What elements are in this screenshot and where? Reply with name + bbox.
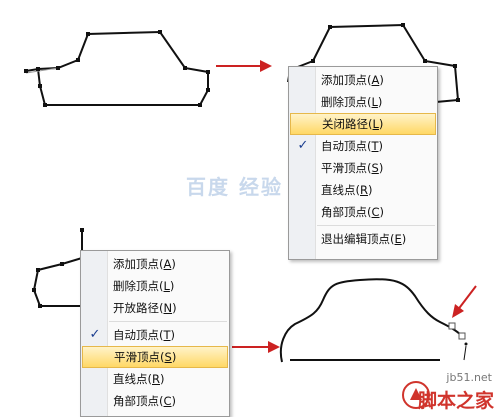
menu-item-label: 直线点( (321, 183, 360, 197)
context-menu-bottom-left: 添加顶点(A) 删除顶点(L) 开放路径(N) ✓ 自动顶点(T) 平滑顶点(S) 直线点(… (80, 250, 230, 417)
menu-item-accelerator: N (163, 301, 173, 315)
menu-item[interactable]: 直线点(R) (289, 179, 437, 201)
menu-item-label: 自动顶点( (321, 139, 372, 153)
menu-item[interactable]: 删除顶点(L) (81, 275, 229, 297)
menu-item-paren: ) (379, 205, 385, 219)
arrow-icon (232, 341, 280, 353)
menu-item-label: 直线点( (113, 372, 152, 386)
menu-item-accelerator: T (371, 139, 379, 153)
menu-item-label: 角部顶点( (321, 205, 372, 219)
shape-top-left (24, 30, 210, 107)
menu-item[interactable]: 添加顶点(A) (289, 69, 437, 91)
menu-item-accelerator: R (360, 183, 368, 197)
menu-item-label: 删除顶点( (113, 279, 164, 293)
menu-item-label: 删除顶点( (321, 95, 372, 109)
menu-item-paren: ) (377, 95, 383, 109)
menu-item-paren: ) (171, 350, 177, 364)
menu-item-label: 开放路径( (113, 301, 164, 315)
menu-item[interactable]: 添加顶点(A) (81, 253, 229, 275)
menu-item-paren: ) (172, 301, 177, 315)
menu-item-paren: ) (171, 257, 176, 271)
menu-item-paren: ) (378, 161, 384, 175)
menu-item[interactable]: 关闭路径(L) (290, 113, 436, 135)
menu-item-label: 添加顶点( (321, 73, 372, 87)
shape-bottom-right (279, 278, 468, 363)
menu-item-accelerator: E (394, 232, 402, 246)
shape-path (32, 230, 83, 307)
menu-item[interactable]: 角部顶点(C) (289, 201, 437, 223)
menu-item-paren: ) (170, 328, 176, 342)
menu-item-accelerator: C (163, 394, 172, 408)
context-menu-top-right: 添加顶点(A) 删除顶点(L) 关闭路径(L) ✓ 自动顶点(T) 平滑顶点(S) 直线点(… (288, 66, 438, 260)
menu-item[interactable]: 平滑顶点(S) (289, 157, 437, 179)
site-url: jb51.net (446, 371, 492, 384)
arrow-icon (216, 60, 272, 72)
menu-separator (109, 321, 227, 322)
menu-item-accelerator: T (163, 328, 171, 342)
menu-item-paren: ) (378, 117, 384, 131)
menu-item[interactable]: 开放路径(N) (81, 297, 229, 319)
menu-item-paren: ) (160, 372, 165, 386)
shape-path (279, 278, 463, 363)
menu-item-label: 自动顶点( (113, 328, 164, 342)
checkmark-icon: ✓ (89, 327, 101, 342)
menu-item-label: 平滑顶点( (321, 161, 372, 175)
site-brand: 脚本之家 (417, 390, 494, 412)
shape-bottom-left (32, 228, 84, 308)
watermark-text: 百度 经验 (186, 175, 283, 199)
menu-item-paren: ) (169, 279, 175, 293)
menu-item[interactable]: ✓ 自动顶点(T) (289, 135, 437, 157)
checkmark-icon: ✓ (297, 138, 309, 153)
menu-item-accelerator: S (164, 350, 172, 364)
menu-item[interactable]: 直线点(R) (81, 368, 229, 390)
menu-item-label: 平滑顶点( (114, 350, 165, 364)
menu-item[interactable]: 平滑顶点(S) (82, 346, 228, 368)
menu-item-paren: ) (401, 232, 407, 246)
menu-item-label: 角部顶点( (113, 394, 164, 408)
menu-item[interactable]: 退出编辑顶点(E) (289, 228, 437, 250)
menu-item-paren: ) (378, 139, 384, 153)
menu-item[interactable]: 删除顶点(L) (289, 91, 437, 113)
menu-item-accelerator: S (371, 161, 379, 175)
menu-item[interactable]: ✓ 自动顶点(T) (81, 324, 229, 346)
arrow-icon (452, 285, 477, 318)
menu-item-accelerator: C (371, 205, 380, 219)
menu-item-label: 关闭路径( (322, 117, 373, 131)
menu-item[interactable]: 角部顶点(C) (81, 390, 229, 412)
menu-item-paren: ) (368, 183, 373, 197)
menu-item-paren: ) (379, 73, 384, 87)
menu-separator (317, 225, 435, 226)
menu-item-label: 添加顶点( (113, 257, 164, 271)
menu-item-paren: ) (171, 394, 177, 408)
menu-item-label: 退出编辑顶点( (321, 232, 395, 246)
tutorial-canvas: 百度 经验 添加顶点(A) 删除顶点(L) 关闭路径(L) ✓ 自动顶点(T) 平滑顶点(… (0, 0, 500, 417)
menu-item-accelerator: R (152, 372, 160, 386)
